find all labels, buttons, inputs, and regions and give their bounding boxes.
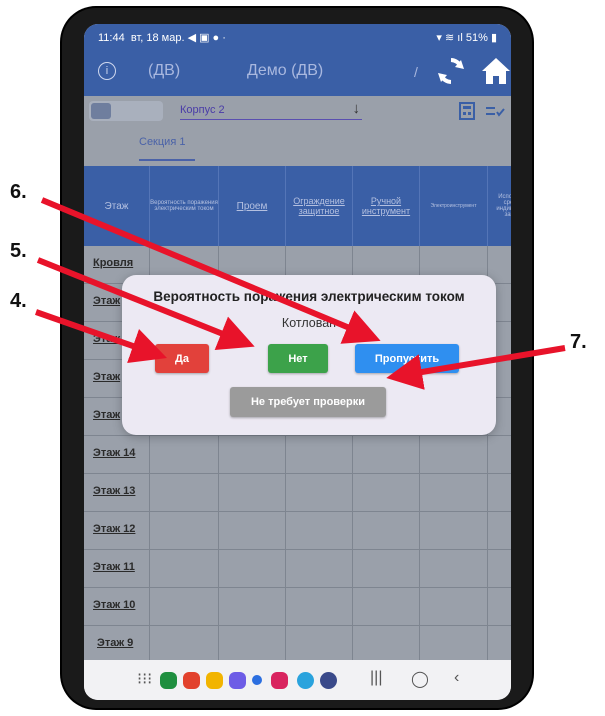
arrow-6 (40, 197, 381, 344)
arrow-7 (386, 345, 566, 390)
arrow-4 (35, 309, 167, 364)
annotation-arrows (35, 197, 566, 390)
